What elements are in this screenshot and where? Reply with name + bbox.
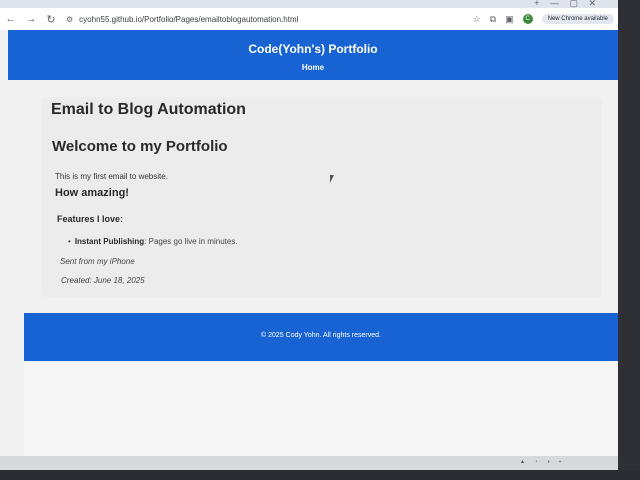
browser-toolbar: ← → ↻ ⚙ cyohn55.github.io/Portfolio/Page…	[0, 8, 618, 30]
monitor-bezel-right	[618, 0, 640, 480]
amazing-heading: How amazing!	[55, 187, 129, 199]
page-empty-area	[24, 361, 618, 470]
list-item: • Instant Publishing: Pages go live in mi…	[68, 237, 238, 246]
intro-paragraph: This is my first email to website.	[55, 172, 168, 181]
page-title: Email to Blog Automation	[51, 101, 246, 118]
nav-home-link[interactable]: Home	[8, 63, 618, 72]
monitor-screen: + — ▢ ✕ ← → ↻ ⚙ cyohn55.github.io/Portfo…	[0, 0, 618, 470]
monitor-bezel-bottom	[0, 470, 640, 480]
bookmark-star-icon[interactable]: ☆	[473, 14, 481, 25]
os-taskbar: ▲ ◔ ◑ ▪	[0, 456, 618, 470]
web-page: Code(Yohn's) Portfolio Home Email to Blo…	[0, 30, 618, 470]
browser-tab-strip: + — ▢ ✕	[0, 0, 618, 8]
sidebar-icon[interactable]: ▣	[505, 14, 514, 25]
site-title: Code(Yohn's) Portfolio	[248, 42, 378, 56]
feature-title: Instant Publishing	[74, 237, 145, 246]
site-footer: © 2025 Cody Yohn. All rights reserved.	[24, 313, 618, 361]
footer-copyright: © 2025 Cody Yohn. All rights reserved.	[261, 332, 381, 339]
mouse-cursor-icon	[330, 175, 334, 183]
profile-avatar[interactable]: C	[522, 14, 533, 24]
system-tray-icons[interactable]: ▲ ◔ ◑ ▪	[520, 459, 565, 465]
extensions-icon[interactable]: ⧉	[490, 14, 496, 25]
features-heading: Features I love:	[57, 214, 124, 224]
url-text: cyohn55.github.io/Portfolio/Pages/emailt…	[79, 14, 299, 24]
new-chrome-available-button[interactable]: New Chrome available	[541, 14, 614, 24]
back-arrow-icon[interactable]: ←	[2, 10, 20, 28]
welcome-heading: Welcome to my Portfolio	[52, 138, 228, 155]
site-header: Code(Yohn's) Portfolio Home	[8, 30, 618, 80]
reload-icon[interactable]: ↻	[42, 10, 60, 28]
signature-text: Sent from my iPhone	[60, 257, 135, 266]
site-info-icon[interactable]: ⚙	[66, 15, 73, 24]
address-bar[interactable]: ⚙ cyohn55.github.io/Portfolio/Pages/emai…	[66, 11, 466, 27]
created-date: Created: June 18, 2025	[61, 276, 145, 285]
bullet-icon: •	[68, 237, 71, 246]
feature-description: : Pages go live in minutes.	[144, 237, 238, 246]
toolbar-right-actions: ☆ ⧉ ▣ C New Chrome available	[473, 11, 614, 27]
forward-arrow-icon[interactable]: →	[22, 10, 40, 28]
